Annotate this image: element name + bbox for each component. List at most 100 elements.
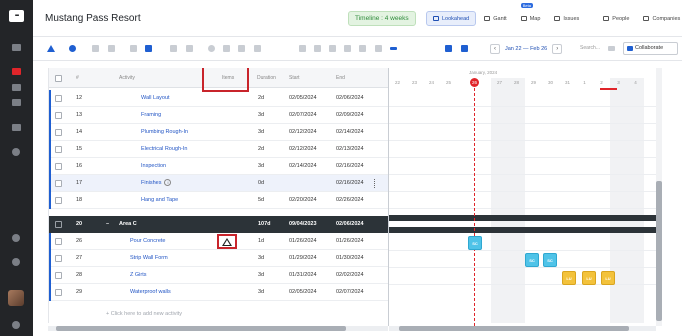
- scroll-thumb[interactable]: [399, 326, 629, 331]
- location-icon[interactable]: [344, 45, 351, 52]
- app-logo[interactable]: ▪▪▪: [9, 10, 24, 22]
- clock-icon[interactable]: [208, 45, 215, 52]
- header-start[interactable]: Start: [289, 68, 300, 88]
- gantt-task-cell[interactable]: LU: [582, 271, 596, 285]
- duration-cell[interactable]: 3d: [258, 250, 264, 267]
- gantt-task-cell[interactable]: SC: [525, 253, 539, 267]
- duration-cell[interactable]: 3d: [258, 267, 264, 284]
- folder-icon[interactable]: [12, 99, 21, 106]
- next-range-button[interactable]: ›: [552, 44, 563, 54]
- add-activity-row[interactable]: + Click here to add new activity: [106, 311, 182, 317]
- gantt-task-cell[interactable]: LU: [601, 271, 615, 285]
- timeline-badge[interactable]: Timeline : 4 weeks: [348, 11, 416, 26]
- help-icon[interactable]: [12, 234, 20, 242]
- duration-cell[interactable]: 0d: [258, 175, 264, 192]
- row-menu-icon[interactable]: [374, 179, 377, 188]
- start-cell[interactable]: 02/14/2024: [289, 158, 317, 175]
- indent-icon[interactable]: [130, 45, 137, 52]
- more-icon[interactable]: [390, 47, 397, 50]
- end-cell[interactable]: 02/09/2024: [336, 107, 364, 124]
- start-cell[interactable]: 02/12/2024: [289, 141, 317, 158]
- activity-name[interactable]: Framing: [141, 107, 161, 124]
- duration-cell[interactable]: 3d: [258, 284, 264, 301]
- warning-filter-icon[interactable]: [47, 45, 55, 52]
- collapse-icon[interactable]: –: [106, 216, 109, 233]
- table-row[interactable]: 15 Electrical Rough-In 2d 02/12/2024 02/…: [49, 141, 388, 158]
- filter-icon[interactable]: [608, 46, 615, 51]
- tab-lookahead[interactable]: Lookahead: [426, 11, 477, 26]
- row-checkbox[interactable]: [55, 129, 62, 136]
- warning-icon[interactable]: [222, 238, 232, 246]
- schedule-icon[interactable]: [12, 68, 21, 75]
- table-row[interactable]: 13 Framing 3d 02/07/2024 02/09/2024: [49, 107, 388, 124]
- activity-name[interactable]: Inspection: [141, 158, 166, 175]
- undo-icon[interactable]: [92, 45, 99, 52]
- activity-name[interactable]: Wall Layout: [141, 90, 170, 107]
- items-cell-highlight[interactable]: [217, 234, 237, 249]
- row-checkbox[interactable]: [55, 272, 62, 279]
- collaborate-button[interactable]: Collaborate: [623, 42, 678, 55]
- chart-icon[interactable]: [12, 148, 20, 156]
- row-checkbox[interactable]: [55, 255, 62, 262]
- redo-icon[interactable]: [108, 45, 115, 52]
- row-checkbox[interactable]: [55, 221, 62, 228]
- scroll-thumb[interactable]: [656, 181, 662, 321]
- outdent-icon[interactable]: [170, 45, 177, 52]
- team-icon[interactable]: [12, 124, 21, 131]
- activity-name[interactable]: Z Girts: [130, 267, 147, 284]
- table-row[interactable]: 17 Finishes i 0d 02/16/2024: [49, 175, 388, 192]
- gantt-task-cell[interactable]: SC: [468, 236, 482, 250]
- start-cell[interactable]: 02/20/2024: [289, 192, 317, 209]
- folder-icon[interactable]: [12, 84, 21, 91]
- gantt-horizontal-scrollbar[interactable]: [389, 326, 656, 331]
- duration-cell[interactable]: 5d: [258, 192, 264, 209]
- vertical-scrollbar[interactable]: [656, 68, 662, 326]
- tab-map[interactable]: Beta Map: [515, 3, 547, 26]
- gantt-task-cell[interactable]: SC: [543, 253, 557, 267]
- duration-cell[interactable]: 3d: [258, 158, 264, 175]
- split-view-icon[interactable]: [461, 45, 468, 52]
- add-icon[interactable]: [69, 45, 76, 52]
- gantt-task-cell[interactable]: LU: [562, 271, 576, 285]
- flag-icon[interactable]: [359, 45, 366, 52]
- scroll-thumb[interactable]: [56, 326, 346, 331]
- activity-name[interactable]: Plumbing Rough-In: [141, 124, 188, 141]
- start-cell[interactable]: 02/05/2024: [289, 284, 317, 301]
- user-icon[interactable]: [329, 45, 336, 52]
- row-checkbox[interactable]: [55, 180, 62, 187]
- header-end[interactable]: End: [336, 68, 345, 88]
- row-checkbox[interactable]: [55, 197, 62, 204]
- user-avatar[interactable]: [8, 290, 24, 306]
- start-cell[interactable]: 02/12/2024: [289, 124, 317, 141]
- activity-name[interactable]: Strip Wall Form: [130, 250, 168, 267]
- document-icon[interactable]: [299, 45, 306, 52]
- info-icon[interactable]: i: [164, 179, 172, 187]
- duration-cell[interactable]: 3d: [258, 107, 264, 124]
- tag-icon[interactable]: [375, 45, 382, 52]
- grid-horizontal-scrollbar[interactable]: [48, 326, 388, 331]
- activity-name[interactable]: Pour Concrete: [130, 233, 165, 250]
- row-checkbox[interactable]: [55, 163, 62, 170]
- grid-view-icon[interactable]: [445, 45, 452, 52]
- share-icon[interactable]: [223, 45, 230, 52]
- link-icon[interactable]: [145, 45, 152, 52]
- start-cell[interactable]: 02/05/2024: [289, 90, 317, 107]
- table-row[interactable]: 27 Strip Wall Form 3d 01/29/2024 01/30/2…: [49, 250, 388, 267]
- end-cell[interactable]: 02/13/2024: [336, 141, 364, 158]
- row-checkbox[interactable]: [55, 95, 62, 102]
- row-checkbox[interactable]: [55, 112, 62, 119]
- activity-name-cell[interactable]: Finishes i: [141, 175, 172, 192]
- tab-issues[interactable]: Issues: [548, 11, 585, 26]
- group-summary-bar[interactable]: [389, 227, 656, 233]
- start-cell[interactable]: 01/29/2024: [289, 250, 317, 267]
- row-checkbox[interactable]: [55, 146, 62, 153]
- tab-people[interactable]: People: [597, 11, 635, 26]
- globe-icon[interactable]: [12, 321, 20, 329]
- duration-cell[interactable]: 1d: [258, 233, 264, 250]
- table-row[interactable]: 14 Plumbing Rough-In 3d 02/12/2024 02/14…: [49, 124, 388, 141]
- table-row[interactable]: 12 Wall Layout 2d 02/05/2024 02/06/2024: [49, 90, 388, 107]
- end-cell[interactable]: 01/30/2024: [336, 250, 364, 267]
- group-row[interactable]: 20 – Area C 107d 09/04/2023 02/06/2024: [49, 216, 388, 233]
- table-row[interactable]: 26 Pour Concrete 1d 01/26/2024 01/26/202…: [49, 233, 388, 250]
- search-input[interactable]: Search...: [577, 43, 611, 54]
